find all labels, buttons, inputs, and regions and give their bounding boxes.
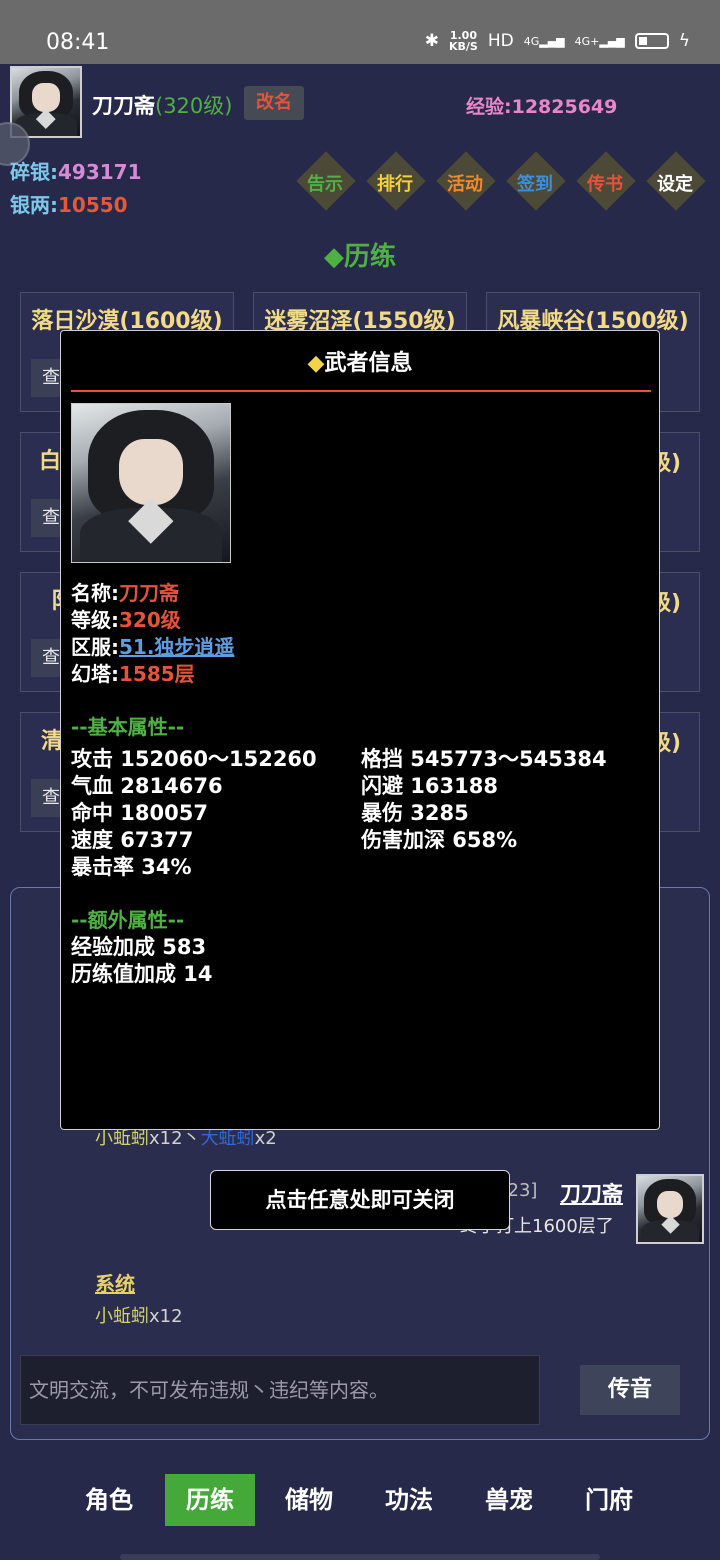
menu-label: 排行 xyxy=(377,174,413,195)
speed-unit: KB/S xyxy=(448,40,478,53)
info-name: 名称:刀刀斋 xyxy=(71,581,179,605)
network-speed: 1.00 KB/S xyxy=(449,30,478,52)
server-link[interactable]: 51.独步逍遥 xyxy=(119,635,234,659)
system-label[interactable]: 系统 xyxy=(95,1268,135,1297)
nav-item-pets[interactable]: 兽宠 xyxy=(464,1474,554,1526)
extra-attributes-heading: --额外属性-- xyxy=(71,908,185,932)
bottom-nav: 角色 历练 储物 功法 兽宠 门府 xyxy=(0,1474,720,1526)
charging-icon: ϟ xyxy=(678,31,690,51)
stat-exp-bonus: 经验加成 583 xyxy=(71,935,207,959)
info-tower-value: 1585层 xyxy=(119,662,195,686)
silver-display: 银两:10550 xyxy=(10,189,128,218)
player-name-text: 刀刀斋 xyxy=(92,94,155,118)
silver-bits-display: 碎银:493171 xyxy=(10,156,142,185)
loot-item[interactable]: 小蚯蚓 xyxy=(95,1128,149,1149)
chat-input[interactable]: 文明交流，不可发布违规丶违纪等内容。 xyxy=(20,1355,540,1425)
player-level: (320级) xyxy=(155,94,233,118)
stat-damage-bonus: 伤害加深 658% xyxy=(361,828,518,852)
menu-notice-button[interactable]: 告示 xyxy=(295,150,356,212)
battery-icon xyxy=(634,33,669,49)
nav-item-training[interactable]: 历练 xyxy=(165,1474,255,1526)
menu-rank-button[interactable]: 排行 xyxy=(365,150,426,212)
info-name-value: 刀刀斋 xyxy=(119,581,179,605)
system-message: 小蚯蚓x12 xyxy=(95,1302,183,1328)
warrior-info-modal[interactable]: ◆武者信息 名称:刀刀斋 等级:320级 区服:51.独步逍遥 幻塔:1585层… xyxy=(60,330,660,1130)
modal-title: ◆武者信息 xyxy=(61,345,659,377)
menu-signin-button[interactable]: 签到 xyxy=(505,150,566,212)
stat-crit-rate: 暴击率 34% xyxy=(71,855,192,879)
loot-item[interactable]: 小蚯蚓 xyxy=(95,1306,149,1327)
menu-settings-button[interactable]: 设定 xyxy=(645,150,706,212)
stat-dodge: 闪避 163188 xyxy=(361,774,498,798)
silver-value: 10550 xyxy=(58,193,128,217)
menu-label: 告示 xyxy=(307,174,343,195)
modal-title-text: 武者信息 xyxy=(324,351,413,376)
player-name: 刀刀斋(320级) xyxy=(92,90,232,120)
stat-hp: 气血 2814676 xyxy=(71,774,223,798)
hd-icon: HD xyxy=(487,31,514,51)
loot-count: x12丶 xyxy=(149,1128,201,1149)
bluetooth-icon: ✱ xyxy=(424,31,439,51)
exp-display: 经验:12825649 xyxy=(466,92,617,119)
loot-item[interactable]: 大蚯蚓 xyxy=(201,1128,255,1149)
status-time: 08:41 xyxy=(46,30,110,55)
silver-bits-label: 碎银: xyxy=(10,160,58,184)
stat-attack: 攻击 152060～152260 xyxy=(71,747,317,771)
silver-bits-value: 493171 xyxy=(58,160,142,184)
signal-icon-sim2: 4G+▂▄▆ xyxy=(574,34,625,48)
warrior-portrait xyxy=(71,403,231,563)
exp-value: 12825649 xyxy=(511,96,618,118)
close-hint-toast[interactable]: 点击任意处即可关闭 xyxy=(210,1170,510,1230)
home-indicator[interactable] xyxy=(120,1554,600,1560)
nav-item-skills[interactable]: 功法 xyxy=(364,1474,454,1526)
info-server: 区服:51.独步逍遥 xyxy=(71,635,235,659)
menu-label: 活动 xyxy=(447,174,483,195)
section-title: ◆历练 xyxy=(324,242,396,272)
basic-attributes-heading: --基本属性-- xyxy=(71,715,185,739)
stat-hit: 命中 180057 xyxy=(71,801,208,825)
signal-icon-sim1: 4G▂▄▆ xyxy=(523,34,565,48)
menu-label: 设定 xyxy=(657,174,693,195)
status-icons: ✱ 1.00 KB/S HD 4G▂▄▆ 4G+▂▄▆ ϟ xyxy=(425,30,690,52)
silver-label: 银两: xyxy=(10,193,58,217)
nav-item-storage[interactable]: 储物 xyxy=(264,1474,354,1526)
info-tower: 幻塔:1585层 xyxy=(71,662,195,686)
status-bar: 08:41 ✱ 1.00 KB/S HD 4G▂▄▆ 4G+▂▄▆ ϟ xyxy=(0,0,720,64)
nav-item-mansion[interactable]: 门府 xyxy=(564,1474,654,1526)
menu-event-button[interactable]: 活动 xyxy=(435,150,496,212)
chat-username[interactable]: 刀刀斋 xyxy=(560,1178,623,1208)
stat-crit-damage: 暴伤 3285 xyxy=(361,801,469,825)
exp-label: 经验: xyxy=(466,96,512,118)
rename-button[interactable]: 改名 xyxy=(244,86,304,120)
modal-divider xyxy=(71,390,651,392)
diamond-icon: ◆ xyxy=(307,351,325,376)
nav-item-role[interactable]: 角色 xyxy=(64,1474,154,1526)
loot-count: x2 xyxy=(254,1128,277,1149)
menu-label: 签到 xyxy=(517,174,553,195)
info-level: 等级:320级 xyxy=(71,608,181,632)
menu-mail-button[interactable]: 传书 xyxy=(575,150,636,212)
chat-avatar[interactable] xyxy=(636,1174,704,1244)
send-button[interactable]: 传音 xyxy=(580,1365,680,1415)
stat-block: 格挡 545773～545384 xyxy=(361,747,607,771)
stat-training-bonus: 历练值加成 14 xyxy=(71,962,213,986)
info-level-value: 320级 xyxy=(119,608,181,632)
stat-speed: 速度 67377 xyxy=(71,828,194,852)
loot-count: x12 xyxy=(149,1306,183,1327)
menu-label: 传书 xyxy=(587,174,623,195)
